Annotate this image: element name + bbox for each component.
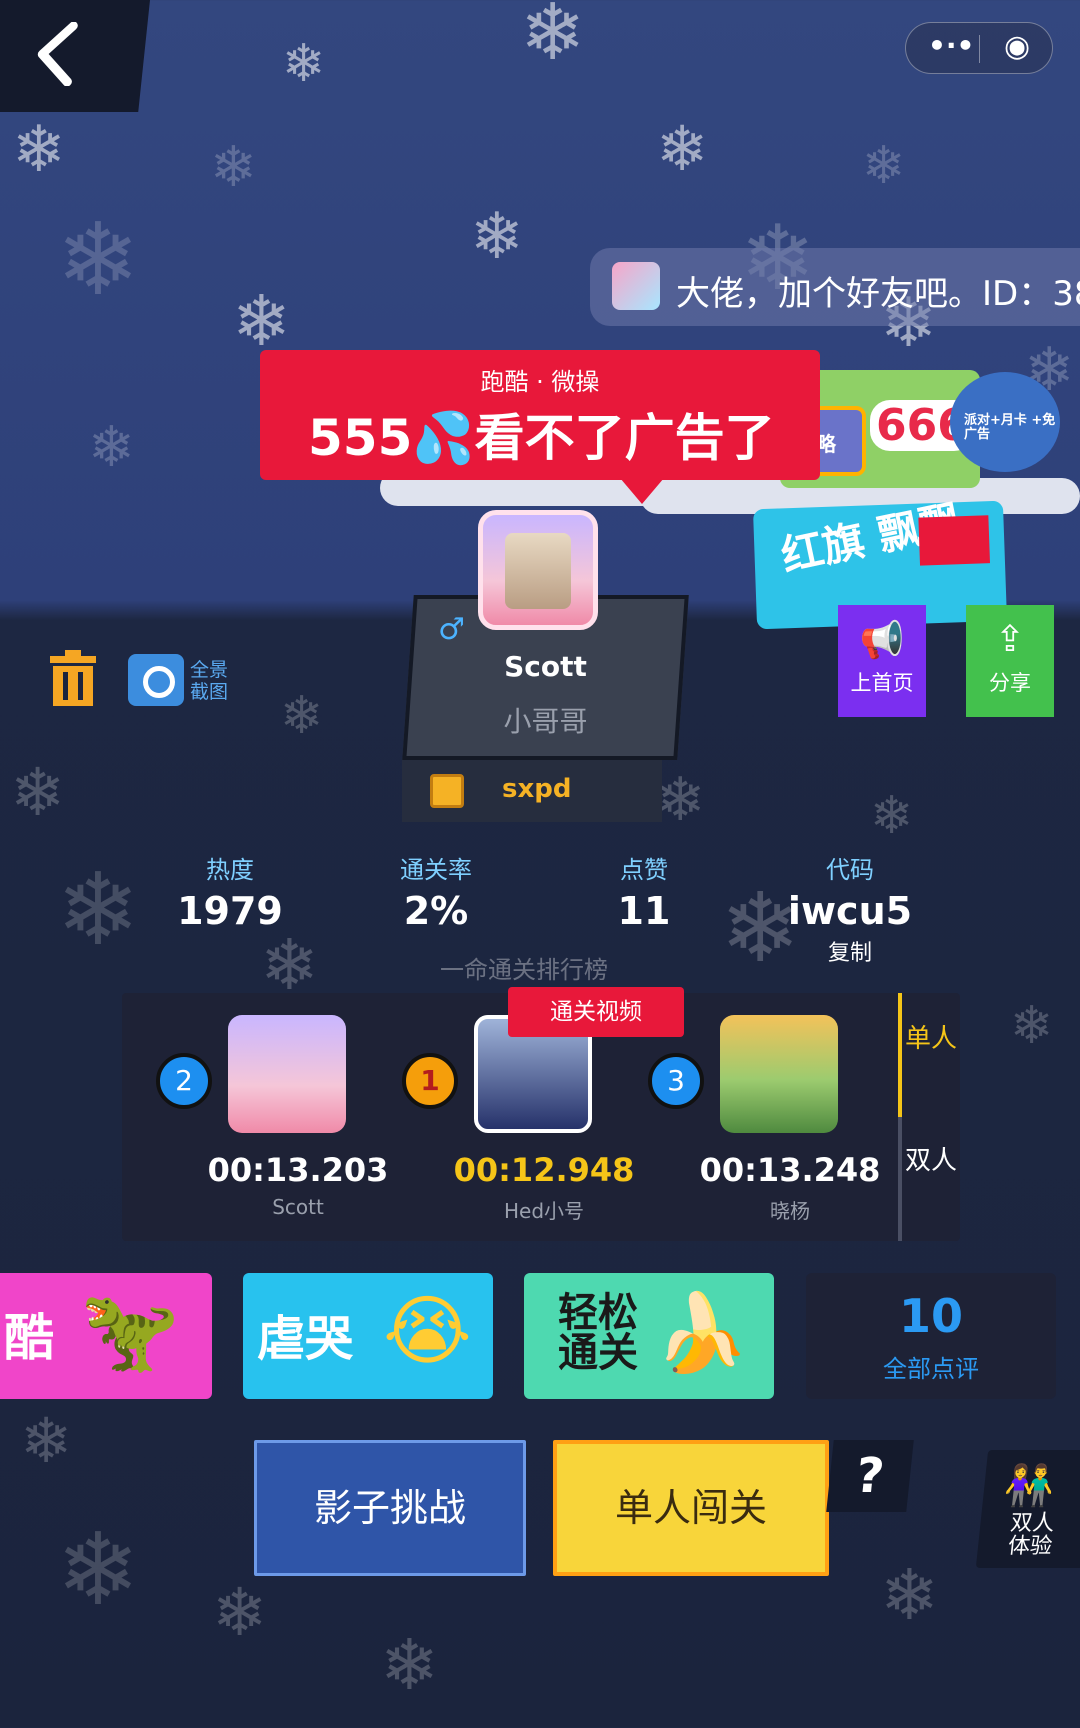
chat-message-text: 大佬，加个好友吧。ID：38	[676, 274, 1080, 314]
stat-likes: 点赞 11	[617, 856, 671, 933]
camera-icon[interactable]	[128, 654, 184, 706]
clear-time: 00:13.248	[699, 1151, 881, 1189]
level-title-banner: 跑酷 · 微操 555💦看不了广告了	[260, 350, 820, 504]
creator-title: 小哥哥	[503, 705, 588, 738]
two-player-trial-button[interactable]: 👫 双人 体验	[975, 1450, 1080, 1568]
crying-chick-icon: 😭	[383, 1286, 472, 1375]
share-button[interactable]: ⇪ 分享	[966, 605, 1054, 717]
creator-team-name: sxpd	[502, 774, 572, 804]
leaderboard-entry[interactable]: 2 00:13.203 Scott	[122, 993, 388, 1241]
single-player-start-button[interactable]: 单人闯关	[553, 1440, 829, 1576]
back-button[interactable]	[0, 0, 150, 112]
promote-homepage-button[interactable]: 📢 上首页	[838, 605, 926, 717]
review-tag-cry[interactable]: 虐哭 😭	[243, 1273, 493, 1399]
all-reviews-label: 全部点评	[883, 1355, 979, 1383]
stat-code: 代码 iwcu5	[787, 856, 913, 933]
stat-clear-rate: 通关率 2%	[400, 856, 472, 933]
chevron-left-icon	[37, 22, 78, 86]
creator-team-row[interactable]: sxpd	[402, 760, 662, 822]
mini-program-capsule: •·• ◉	[905, 22, 1053, 74]
creator-name: Scott	[504, 650, 587, 683]
clear-video-button[interactable]: 通关视频	[508, 987, 684, 1037]
shadow-challenge-button[interactable]: 影子挑战	[254, 1440, 526, 1576]
close-miniapp-icon[interactable]: ◉	[1004, 29, 1030, 64]
help-button[interactable]: ?	[826, 1440, 914, 1512]
rank-badge: 2	[156, 1053, 212, 1109]
level-category: 跑酷 · 微操	[480, 368, 600, 396]
sticker-vip-ad-free[interactable]: 派对+月卡 +免广告	[950, 372, 1060, 472]
rank-badge: 1	[402, 1053, 458, 1109]
creator-avatar[interactable]	[478, 510, 598, 630]
capsule-divider	[979, 35, 980, 63]
review-tag-easy[interactable]: 轻松 通关 🍌	[524, 1273, 774, 1399]
review-count: 10	[898, 1289, 963, 1343]
megaphone-icon: 📢	[859, 620, 905, 661]
banana-icon: 🍌	[654, 1288, 749, 1377]
more-icon[interactable]: •·•	[928, 29, 974, 62]
share-icon: ⇪	[994, 619, 1026, 660]
review-tag-cool[interactable]: 酷 🦖	[0, 1273, 212, 1399]
two-people-icon: 👫	[1002, 1463, 1057, 1509]
rank-badge: 3	[648, 1053, 704, 1109]
tab-single-player[interactable]: 单人	[898, 993, 960, 1117]
leaderboard-caption: 一命通关排行榜	[440, 956, 608, 984]
chat-avatar	[612, 262, 660, 310]
chat-message-bubble[interactable]: 大佬，加个好友吧。ID：38	[590, 248, 1080, 326]
player-avatar	[720, 1015, 838, 1133]
male-gender-icon: ♂	[438, 612, 465, 647]
copy-code-button[interactable]: 复制	[800, 935, 900, 967]
leaderboard-mode-tabs: 单人 双人	[898, 993, 960, 1241]
panorama-screenshot-label[interactable]: 全景 截图	[190, 659, 250, 704]
all-reviews-button[interactable]: 10 全部点评	[806, 1273, 1056, 1399]
dinosaur-sticker-icon: 🦖	[80, 1284, 180, 1377]
level-title: 555💦看不了广告了	[308, 409, 775, 467]
stat-heat: 热度 1979	[177, 856, 283, 933]
team-badge-icon	[430, 774, 464, 808]
red-flag-icon	[918, 515, 991, 566]
player-avatar	[228, 1015, 346, 1133]
player-name: 晓杨	[770, 1199, 810, 1223]
trash-icon[interactable]	[48, 650, 98, 706]
tab-two-player[interactable]: 双人	[902, 1117, 960, 1241]
